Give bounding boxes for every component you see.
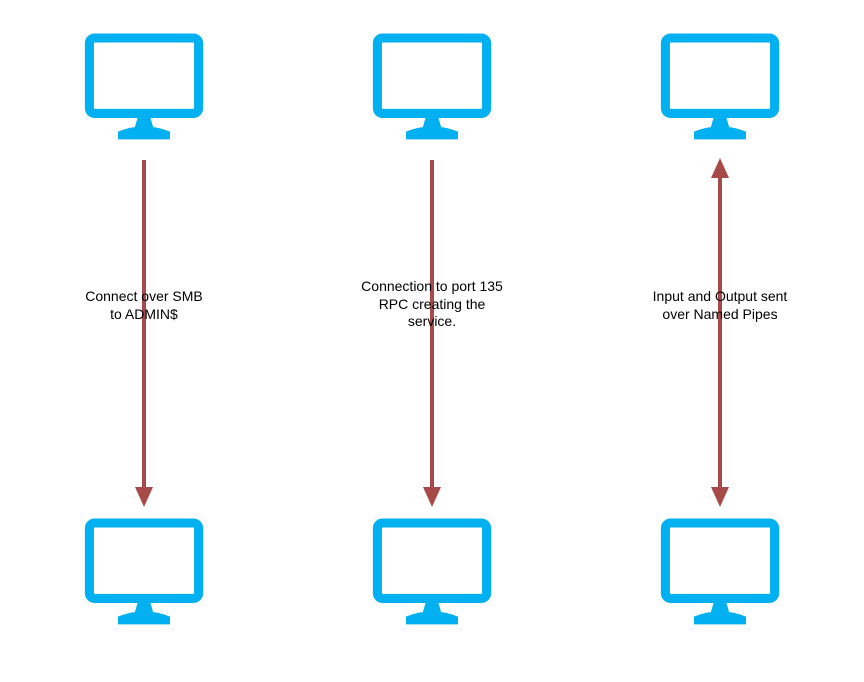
computer-icon [655,25,785,155]
connection-label: Input and Output sent over Named Pipes [590,288,850,323]
diagram-column-3: Input and Output sent over Named Pipes [576,0,864,682]
computer-icon [79,25,209,155]
connection-label: Connect over SMB to ADMIN$ [14,288,274,323]
arrow-down-icon [417,155,447,510]
diagram-column-1: Connect over SMB to ADMIN$ [0,0,288,682]
arrow-bidirectional-icon [705,155,735,510]
computer-icon [367,510,497,640]
diagram-column-2: Connection to port 135 RPC creating the … [288,0,576,682]
connection-label: Connection to port 135 RPC creating the … [302,278,562,331]
computer-icon [79,510,209,640]
arrow-down-icon [129,155,159,510]
computer-icon [367,25,497,155]
computer-icon [655,510,785,640]
